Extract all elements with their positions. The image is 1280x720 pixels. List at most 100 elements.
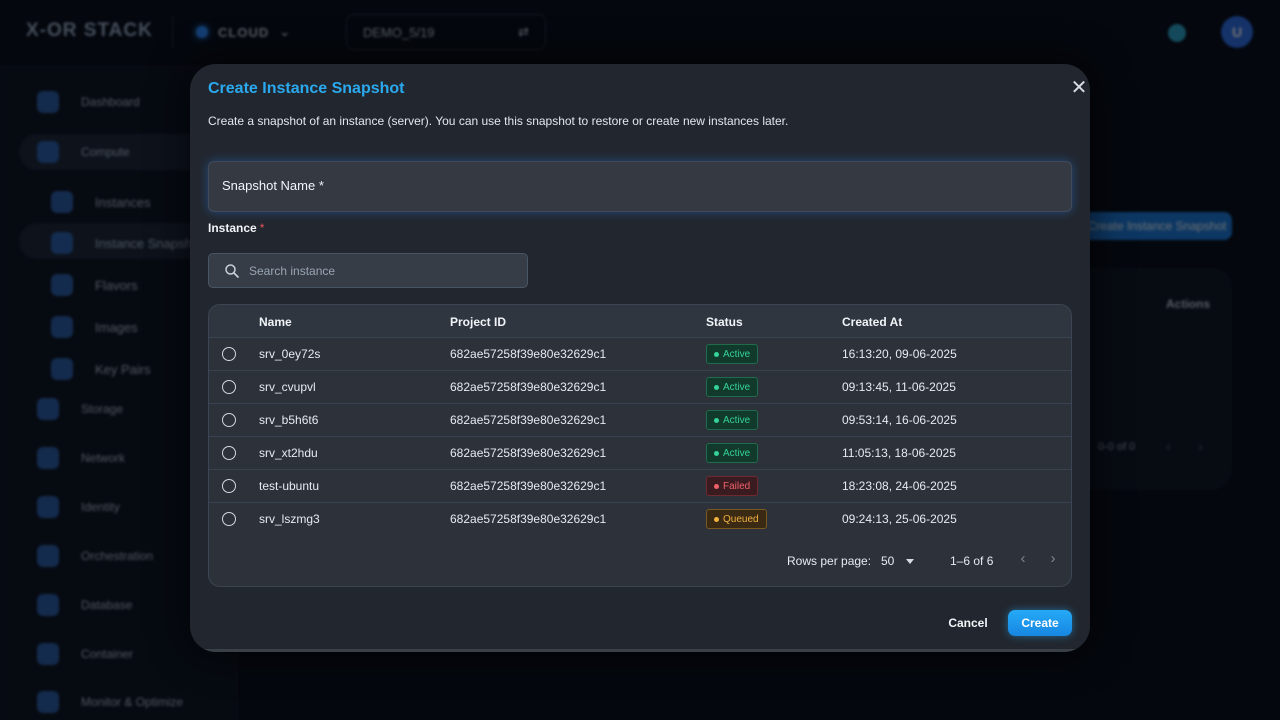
- sidebar-item-monitor[interactable]: Monitor & Optimize: [37, 691, 183, 713]
- rows-per-page-label: Rows per page:: [787, 554, 872, 568]
- status-text: Failed: [723, 480, 751, 492]
- sidebar-item-compute[interactable]: Compute: [37, 141, 130, 163]
- container-icon: [37, 643, 59, 665]
- cell-project: 682ae57258f39e80e32629c1: [450, 347, 607, 361]
- sidebar-item-label: Container: [81, 647, 134, 661]
- column-header-status[interactable]: Status: [706, 315, 743, 329]
- cell-created: 09:24:13, 25-06-2025: [842, 512, 957, 526]
- bg-create-snapshot-button[interactable]: Create Instance Snapshot: [1082, 212, 1232, 240]
- sidebar-item-label: Monitor & Optimize: [81, 695, 184, 709]
- network-icon: [37, 447, 59, 469]
- table-row[interactable]: srv_lszmg3 682ae57258f39e80e32629c1 Queu…: [209, 503, 1071, 536]
- snapshot-icon: [51, 232, 73, 254]
- chevron-down-icon: ⌄: [279, 24, 292, 39]
- cell-created: 09:13:45, 11-06-2025: [842, 380, 956, 394]
- monitor-icon: [37, 141, 59, 163]
- table-row[interactable]: srv_xt2hdu 682ae57258f39e80e32629c1 Acti…: [209, 437, 1071, 470]
- row-radio[interactable]: [222, 380, 236, 394]
- sidebar-item-label: Instances: [95, 194, 151, 210]
- rows-per-page-select[interactable]: 50: [881, 552, 919, 570]
- cloud-switcher[interactable]: CLOUD ⌄: [196, 24, 291, 40]
- chevron-right-icon[interactable]: ›: [1198, 438, 1203, 454]
- notification-icon[interactable]: [1168, 24, 1186, 42]
- status-dot: [714, 483, 719, 489]
- status-dot: [714, 384, 719, 390]
- app-logo: X-OR STACK: [26, 20, 153, 41]
- row-radio[interactable]: [222, 512, 236, 526]
- instance-search[interactable]: [208, 253, 528, 288]
- sidebar-item-database[interactable]: Database: [37, 594, 132, 616]
- rows-per-page-value: 50: [881, 554, 895, 568]
- status-badge: Active: [706, 344, 759, 364]
- cell-created: 18:23:08, 24-06-2025: [842, 479, 957, 493]
- sidebar-item-instance-snapshot[interactable]: Instance Snapshot: [51, 232, 203, 254]
- sidebar-item-flavors[interactable]: Flavors: [51, 274, 138, 296]
- status-text: Active: [723, 414, 751, 426]
- orchestration-icon: [37, 545, 59, 567]
- status-badge: Active: [706, 410, 759, 430]
- sidebar-item-label: Dashboard: [81, 95, 140, 109]
- project-name: DEMO_5/19: [363, 24, 435, 40]
- sidebar-item-container[interactable]: Container: [37, 643, 133, 665]
- row-radio[interactable]: [222, 479, 236, 493]
- cancel-button[interactable]: Cancel: [940, 610, 996, 636]
- table-row[interactable]: srv_0ey72s 682ae57258f39e80e32629c1 Acti…: [209, 338, 1071, 371]
- row-radio[interactable]: [222, 413, 236, 427]
- sidebar-item-storage[interactable]: Storage: [37, 398, 123, 420]
- chevron-right-icon[interactable]: ›: [1045, 551, 1061, 567]
- table-row[interactable]: test-ubuntu 682ae57258f39e80e32629c1 Fai…: [209, 470, 1071, 503]
- chevron-left-icon[interactable]: ‹: [1015, 551, 1031, 567]
- sidebar-item-label: Database: [81, 598, 133, 612]
- status-dot: [714, 351, 719, 357]
- sidebar-item-key-pairs[interactable]: Key Pairs: [51, 358, 151, 380]
- cell-project: 682ae57258f39e80e32629c1: [450, 479, 607, 493]
- row-radio[interactable]: [222, 446, 236, 460]
- sidebar-item-label: Key Pairs: [95, 361, 151, 377]
- status-badge: Queued: [706, 509, 767, 529]
- table-header: Name Project ID Status Created At: [209, 305, 1071, 338]
- snapshot-name-field[interactable]: Snapshot Name *: [208, 161, 1072, 212]
- cell-project: 682ae57258f39e80e32629c1: [450, 413, 607, 427]
- caret-down-icon: [906, 558, 915, 564]
- cell-project: 682ae57258f39e80e32629c1: [450, 380, 607, 394]
- search-input[interactable]: [249, 254, 519, 287]
- storage-icon: [37, 398, 59, 420]
- key-icon: [51, 358, 73, 380]
- status-dot: [714, 417, 719, 423]
- status-text: Active: [723, 447, 751, 459]
- sidebar-item-images[interactable]: Images: [51, 316, 138, 338]
- table-row[interactable]: srv_b5h6t6 682ae57258f39e80e32629c1 Acti…: [209, 404, 1071, 437]
- column-header-name[interactable]: Name: [259, 315, 292, 329]
- top-bar: X-OR STACK CLOUD ⌄ DEMO_5/19 ⇄ U: [0, 0, 1280, 64]
- table-row[interactable]: srv_cvupvl 682ae57258f39e80e32629c1 Acti…: [209, 371, 1071, 404]
- chevron-left-icon[interactable]: ‹: [1166, 438, 1171, 454]
- column-header-created[interactable]: Created At: [842, 315, 902, 329]
- status-dot: [714, 516, 719, 522]
- sidebar-item-identity[interactable]: Identity: [37, 496, 120, 518]
- row-radio[interactable]: [222, 347, 236, 361]
- sidebar-item-dashboard[interactable]: Dashboard: [37, 91, 140, 113]
- sidebar-item-label: Instance Snapshot: [95, 235, 203, 251]
- instance-icon: [51, 191, 73, 213]
- home-icon: [37, 91, 59, 113]
- bg-pager-range: 0-0 of 0: [1098, 441, 1136, 453]
- dialog-description: Create a snapshot of an instance (server…: [208, 114, 789, 128]
- sidebar-item-label: Orchestration: [81, 549, 154, 563]
- column-header-project[interactable]: Project ID: [450, 315, 506, 329]
- status-text: Active: [723, 381, 751, 393]
- avatar[interactable]: U: [1221, 16, 1253, 48]
- sidebar-item-instances[interactable]: Instances: [51, 191, 151, 213]
- bg-actions-header: Actions: [1166, 297, 1211, 311]
- close-icon[interactable]: ✕: [1069, 78, 1089, 98]
- sidebar-item-orchestration[interactable]: Orchestration: [37, 545, 153, 567]
- swap-icon: ⇄: [518, 24, 529, 39]
- create-button[interactable]: Create: [1008, 610, 1072, 636]
- cell-created: 16:13:20, 09-06-2025: [842, 347, 957, 361]
- identity-icon: [37, 496, 59, 518]
- sidebar-item-network[interactable]: Network: [37, 447, 125, 469]
- horizontal-scrollbar[interactable]: [190, 649, 1086, 652]
- cell-name: srv_cvupvl: [259, 380, 316, 394]
- sidebar-item-label: Compute: [81, 145, 130, 159]
- chart-icon: [37, 691, 59, 713]
- project-selector[interactable]: DEMO_5/19 ⇄: [346, 14, 546, 50]
